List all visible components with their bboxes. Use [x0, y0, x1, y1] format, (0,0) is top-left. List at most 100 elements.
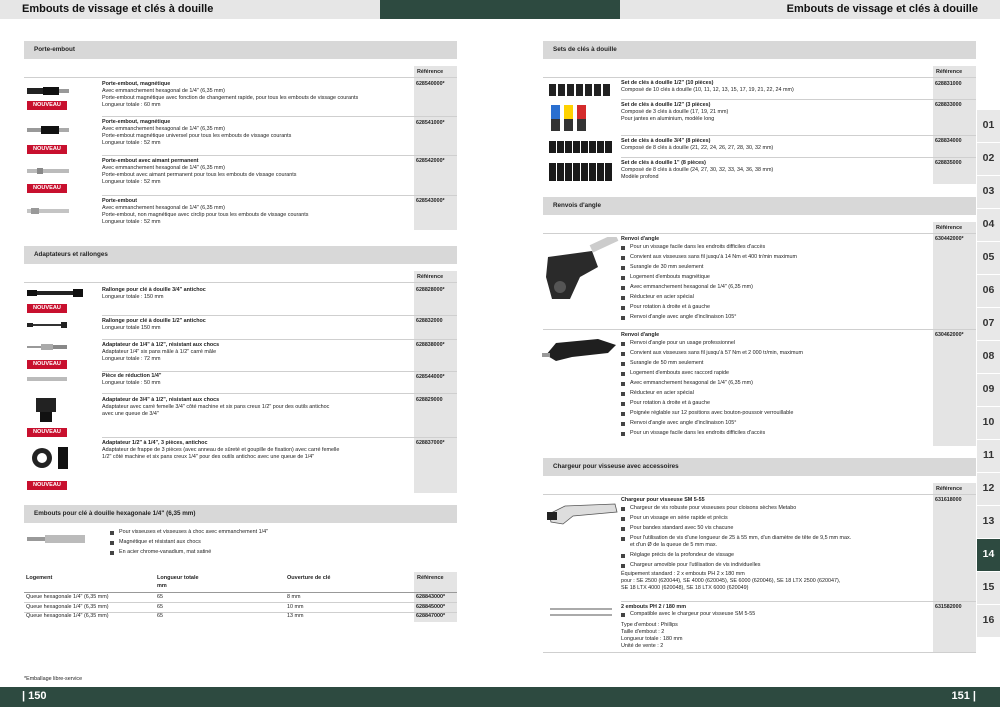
product-text: Adaptateur de 3/4" à 1/2", résistant aux…: [102, 397, 412, 418]
product-text: Porte-embout avec aimant permanent Avec …: [102, 158, 412, 185]
chapter-tab-12[interactable]: 12: [977, 473, 1000, 506]
product-name: Porte-embout: [102, 198, 138, 204]
divider: [24, 282, 457, 283]
chapter-tab-06[interactable]: 06: [977, 275, 1000, 308]
reference-number: 628828000*: [416, 287, 445, 293]
reference-number: 628542000*: [416, 158, 445, 164]
product-line: SE 18 LTX 4000 (620048), SE 18 LTX 6000 …: [621, 584, 749, 591]
reference-header: Référence: [417, 69, 444, 75]
feature-bullet: Renvoi d'angle avec angle d'inclinaison …: [620, 420, 737, 426]
chapter-tab-05[interactable]: 05: [977, 242, 1000, 275]
product-line: Avec emmanchement hexagonal de 1/4" (6,3…: [102, 87, 225, 94]
product-line: Porte-embout magnétique avec fonction de…: [102, 94, 359, 101]
product-line: Adaptateur 1/4" six pans mâle à 1/2" car…: [102, 348, 217, 355]
reference-column: [414, 66, 457, 230]
product-line: avec une queue de 3/4": [102, 410, 159, 417]
table-cell: 8 mm: [287, 594, 301, 600]
table-cell: 65: [157, 594, 163, 600]
product-line: Adaptateur avec carré femelle 3/4" côté …: [102, 403, 330, 410]
chapter-tab-13[interactable]: 13: [977, 506, 1000, 539]
bit-holder-image: [27, 87, 69, 95]
product-name: Porte-embout, magnétique: [102, 119, 171, 125]
divider: [24, 592, 457, 593]
feature-bullet: Renvoi d'angle avec angle d'inclinaison …: [620, 314, 737, 320]
divider: [543, 77, 976, 78]
chapter-tab-10[interactable]: 10: [977, 407, 1000, 440]
table-header: mm: [157, 583, 167, 589]
chapter-tab-15[interactable]: 15: [977, 572, 1000, 605]
new-badge: NOUVEAU: [27, 481, 67, 490]
bit-holder-image: [27, 126, 69, 134]
section-title: Embouts pour clé à douille hexagonale 1/…: [34, 510, 196, 518]
right-header: Embouts de vissage et clés à douille: [620, 0, 1000, 19]
new-badge: NOUVEAU: [27, 360, 67, 369]
divider: [24, 77, 457, 78]
feature-bullet: Pour visseuses et visseuses à choc avec …: [109, 529, 269, 535]
left-header-title: Embouts de vissage et clés à douille: [22, 2, 214, 15]
chapter-tab-16[interactable]: 16: [977, 605, 1000, 638]
product-line: Longueur totale : 52 mm: [102, 178, 161, 185]
product-line: Longueur totale : 52 mm: [102, 218, 161, 225]
screw-magazine-image: [547, 503, 618, 525]
divider: [102, 339, 457, 340]
feature-bullet: Pour rotation à droite et à gauche: [620, 400, 711, 406]
reference-number: 628544000*: [416, 374, 445, 380]
product-name: Chargeur pour visseuse SM 5-55: [621, 497, 705, 503]
chapter-tab-07[interactable]: 07: [977, 308, 1000, 341]
chapter-tab-11[interactable]: 11: [977, 440, 1000, 473]
product-text: 2 embouts PH 2 / 180 mm: [621, 604, 931, 611]
product-name: 2 embouts PH 2 / 180 mm: [621, 604, 687, 610]
chapter-tab-01[interactable]: 01: [977, 110, 1000, 143]
divider: [621, 99, 976, 100]
product-name: Rallonge pour clé à douille 3/4" anticho…: [102, 287, 206, 293]
feature-bullet: Surangle de 30 mm seulement: [620, 264, 704, 270]
new-badge: NOUVEAU: [27, 304, 67, 313]
reference-number: 630442000*: [935, 236, 964, 242]
product-line: Longueur totale : 52 mm: [102, 139, 161, 146]
product-line: Adaptateur de frappe de 3 pièces (avec a…: [102, 446, 340, 453]
product-line: Modèle profond: [621, 173, 659, 180]
feature-bullet: Réglage précis de la profondeur de vissa…: [621, 552, 734, 558]
new-badge: NOUVEAU: [27, 184, 67, 193]
table-cell: 628843000*: [416, 594, 446, 600]
product-line: Longueur totale : 60 mm: [102, 101, 161, 108]
chapter-tab-09[interactable]: 09: [977, 374, 1000, 407]
reference-header: Référence: [936, 486, 963, 492]
chapter-tab-08[interactable]: 08: [977, 341, 1000, 374]
page-number-right: 151 |: [951, 690, 977, 703]
page-number-left: | 150: [22, 690, 47, 703]
feature-bullet: Pour un vissage facile dans les endroits…: [620, 244, 766, 250]
divider: [102, 393, 457, 394]
product-line: Longueur totale 150 mm: [102, 324, 161, 331]
chapter-tabs: 01 02 03 04 05 06 07 08 09 10 11 12 13 14 15 16: [977, 110, 1000, 638]
chapter-tab-04[interactable]: 04: [977, 209, 1000, 242]
header-accent: [380, 0, 620, 19]
chapter-tab-14[interactable]: 14: [977, 539, 1000, 572]
chapter-tab-03[interactable]: 03: [977, 176, 1000, 209]
adapter-set-image: [32, 447, 68, 469]
product-name: Rallonge pour clé à douille 1/2" anticho…: [102, 318, 206, 324]
chapter-tab-02[interactable]: 02: [977, 143, 1000, 176]
divider: [543, 329, 976, 330]
reference-number: 628837000*: [416, 440, 445, 446]
product-name: Adaptateur de 3/4" à 1/2", résistant aux…: [102, 397, 220, 403]
table-header: Ouverture de clé: [287, 575, 331, 581]
reference-number: 628540000*: [416, 81, 445, 87]
reference-number: 628832000: [416, 318, 443, 324]
product-name: Pièce de réduction 1/4": [102, 373, 162, 379]
feature-bullet: Logement d'embouts avec raccord rapide: [620, 370, 730, 376]
product-text: Renvoi d'angle: [621, 332, 931, 339]
divider: [102, 116, 457, 117]
product-line: Longueur totale : 72 mm: [102, 355, 161, 362]
section-chargeur: Chargeur pour visseuse avec accessoires: [543, 458, 976, 476]
product-line: Porte-embout, non magnétique avec circli…: [102, 211, 309, 218]
product-line: pour : SE 2500 (620044), SE 4000 (620045…: [621, 577, 841, 584]
section-embouts-hex: Embouts pour clé à douille hexagonale 1/…: [24, 505, 457, 523]
product-name: Set de clés à douille 1/2" (10 pièces): [621, 80, 714, 86]
section-renvois-angle: Renvois d'angle: [543, 197, 976, 215]
reference-header: Référence: [417, 274, 444, 280]
product-name: Set de clés à douille 3/4" (8 pièces): [621, 138, 711, 144]
product-line: Pour jantes en aluminium, modèle long: [621, 115, 715, 122]
product-text: Set de clés à douille 1" (8 pièces) Comp…: [621, 160, 931, 181]
product-text: Type d'embout : Phillips Taille d'embout…: [621, 622, 931, 649]
